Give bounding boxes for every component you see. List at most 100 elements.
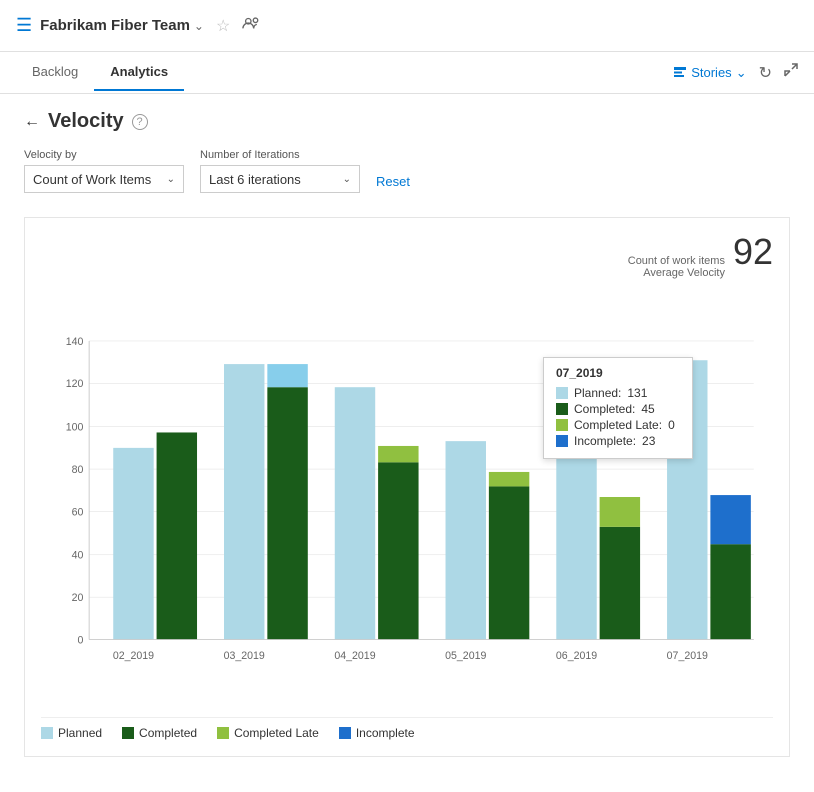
tooltip-planned-value: 131 <box>627 386 647 400</box>
tooltip-planned-row: Planned: 131 <box>556 386 680 400</box>
bar-05-completed <box>489 486 529 639</box>
stories-chevron-icon: ⌄ <box>736 65 747 81</box>
team-name: Fabrikam Fiber Team <box>40 17 190 34</box>
help-icon[interactable]: ? <box>132 114 148 130</box>
stories-button[interactable]: Stories ⌄ <box>673 65 746 81</box>
legend-planned-color <box>41 727 53 739</box>
legend-incomplete-color <box>339 727 351 739</box>
tab-analytics[interactable]: Analytics <box>94 54 184 91</box>
expand-icon <box>784 63 798 77</box>
legend-completed-late: Completed Late <box>217 726 319 740</box>
stories-icon <box>673 66 687 80</box>
velocity-by-select[interactable]: Count of Work Items ⌄ <box>24 165 184 193</box>
tooltip-incomplete-color <box>556 435 568 447</box>
tab-backlog[interactable]: Backlog <box>16 54 94 91</box>
bar-05-planned <box>446 441 486 639</box>
iterations-select[interactable]: Last 6 iterations ⌄ <box>200 165 360 193</box>
svg-text:05_2019: 05_2019 <box>445 650 486 662</box>
iterations-chevron-icon: ⌄ <box>343 174 351 185</box>
bar-chart: 0 20 40 60 80 100 120 140 <box>41 287 773 707</box>
bar-04-planned <box>335 387 375 639</box>
avg-velocity-label: Average Velocity <box>628 267 725 279</box>
legend-planned: Planned <box>41 726 102 740</box>
svg-text:03_2019: 03_2019 <box>224 650 265 662</box>
tooltip-late-value: 0 <box>668 418 675 432</box>
svg-text:100: 100 <box>66 422 84 434</box>
svg-text:0: 0 <box>77 634 83 646</box>
iterations-label: Number of Iterations <box>200 149 360 161</box>
bar-03-planned-extra <box>267 364 307 387</box>
svg-text:40: 40 <box>72 550 84 562</box>
expand-button[interactable] <box>784 63 798 82</box>
avg-velocity-value: 92 <box>733 234 773 270</box>
app-icon: ☰ <box>16 15 32 36</box>
svg-text:140: 140 <box>66 336 84 348</box>
bar-02-completed <box>157 432 197 639</box>
header-actions: ☆ <box>216 16 260 36</box>
bar-03-completed <box>267 387 307 639</box>
velocity-by-filter: Velocity by Count of Work Items ⌄ <box>24 149 184 193</box>
tooltip-sprint: 07_2019 <box>556 366 680 380</box>
svg-text:20: 20 <box>72 592 84 604</box>
tooltip-incomplete-label: Incomplete: <box>574 434 636 448</box>
bar-06-planned <box>556 450 596 640</box>
app-header: ☰ Fabrikam Fiber Team ⌄ ☆ <box>0 0 814 52</box>
chart-legend: Planned Completed Completed Late Incompl… <box>41 717 773 740</box>
bar-02-planned <box>113 448 153 640</box>
svg-text:04_2019: 04_2019 <box>334 650 375 662</box>
legend-completed-late-color <box>217 727 229 739</box>
stories-label: Stories <box>691 65 731 80</box>
tooltip-late-row: Completed Late: 0 <box>556 418 680 432</box>
legend-completed-color <box>122 727 134 739</box>
nav-tabs-left: Backlog Analytics <box>16 54 184 91</box>
tooltip-completed-color <box>556 403 568 415</box>
tooltip-completed-value: 45 <box>641 402 654 416</box>
tooltip-planned-label: Planned: <box>574 386 621 400</box>
velocity-by-label: Velocity by <box>24 149 184 161</box>
legend-incomplete: Incomplete <box>339 726 415 740</box>
reset-button[interactable]: Reset <box>376 174 410 193</box>
svg-text:120: 120 <box>66 378 84 390</box>
chart-tooltip: 07_2019 Planned: 131 Completed: 45 Compl… <box>543 357 693 459</box>
team-chevron-icon[interactable]: ⌄ <box>194 19 204 33</box>
page-content: ← Velocity ? Velocity by Count of Work I… <box>0 94 814 773</box>
bar-06-completed <box>600 527 640 640</box>
legend-completed-late-label: Completed Late <box>234 726 319 740</box>
legend-planned-label: Planned <box>58 726 102 740</box>
svg-text:07_2019: 07_2019 <box>667 650 708 662</box>
tooltip-completed-label: Completed: <box>574 402 635 416</box>
nav-tabs-right: Stories ⌄ ↻ <box>673 63 798 83</box>
bar-04-late <box>378 446 418 462</box>
tooltip-incomplete-value: 23 <box>642 434 655 448</box>
velocity-by-value: Count of Work Items <box>33 172 151 187</box>
svg-text:06_2019: 06_2019 <box>556 650 597 662</box>
bar-04-completed <box>378 462 418 639</box>
chart-area: Count of work items Average Velocity 92 <box>24 217 790 757</box>
chart-svg: 0 20 40 60 80 100 120 140 <box>41 287 773 707</box>
tooltip-completed-row: Completed: 45 <box>556 402 680 416</box>
refresh-button[interactable]: ↻ <box>759 63 772 83</box>
tooltip-incomplete-row: Incomplete: 23 <box>556 434 680 448</box>
iterations-value: Last 6 iterations <box>209 172 301 187</box>
nav-tabs: Backlog Analytics Stories ⌄ ↻ <box>0 52 814 94</box>
chart-meta: Count of work items Average Velocity <box>628 255 725 279</box>
page-title-row: ← Velocity ? <box>24 110 790 133</box>
count-label: Count of work items <box>628 255 725 267</box>
tooltip-late-label: Completed Late: <box>574 418 662 432</box>
people-icon[interactable] <box>242 16 260 35</box>
tooltip-planned-color <box>556 387 568 399</box>
page-title: Velocity <box>48 110 124 133</box>
legend-completed: Completed <box>122 726 197 740</box>
bar-06-late <box>600 497 640 527</box>
filters-row: Velocity by Count of Work Items ⌄ Number… <box>24 149 790 193</box>
bar-03-planned <box>224 364 264 639</box>
chart-header: Count of work items Average Velocity 92 <box>41 234 773 279</box>
velocity-by-chevron-icon: ⌄ <box>167 174 175 185</box>
svg-text:02_2019: 02_2019 <box>113 650 154 662</box>
back-button[interactable]: ← <box>24 113 40 131</box>
bar-07-incomplete <box>710 495 750 544</box>
svg-text:60: 60 <box>72 506 84 518</box>
tooltip-late-color <box>556 419 568 431</box>
bar-05-late <box>489 472 529 486</box>
favorite-icon[interactable]: ☆ <box>216 16 230 36</box>
